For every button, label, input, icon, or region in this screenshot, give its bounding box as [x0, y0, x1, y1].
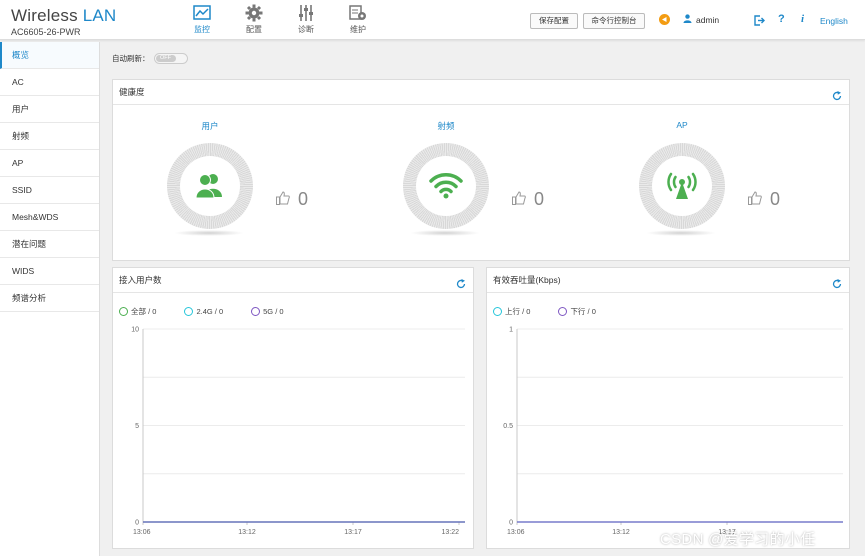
maintenance-icon [332, 4, 384, 22]
monitor-icon [176, 4, 228, 22]
sidebar-item-users[interactable]: 用户 [0, 96, 99, 123]
user-menu[interactable]: admin [683, 14, 719, 25]
sidebar-item-mesh-wds[interactable]: Mesh&WDS [0, 204, 99, 231]
username: admin [696, 14, 720, 25]
nav-config-label: 配置 [246, 25, 262, 34]
auto-refresh: 自动刷新： OFF [112, 53, 188, 64]
x-tick-label: 13:17 [344, 529, 362, 536]
x-tick-label: 13:06 [507, 529, 525, 536]
access-point-icon [664, 170, 700, 202]
y-tick-label: 1 [509, 327, 513, 334]
throughput-panel: 有效吞吐量(Kbps) 上行 / 0 下行 / 0 1 0.5 0 13:06 13:1… [486, 267, 850, 549]
main-nav: 监控 配置 诊断 维护 [176, 4, 384, 35]
gear-icon [228, 4, 280, 22]
sidebar-item-overview[interactable]: 概览 [0, 42, 99, 69]
sliders-icon [280, 4, 332, 22]
health-radio: 射频 0 [402, 120, 552, 236]
auto-refresh-state: OFF [155, 55, 176, 62]
health-users-ring [167, 143, 253, 229]
help-icon[interactable]: ? [778, 13, 785, 25]
throughput-chart: 10.5013:06 13:12 13:17 [503, 327, 843, 536]
save-config-button[interactable]: 保存配置 [530, 13, 578, 29]
logout-icon[interactable] [754, 15, 765, 28]
thumbs-up-icon [512, 189, 526, 210]
sidebar-item-radio[interactable]: 射频 [0, 123, 99, 150]
health-ap-score: 0 [748, 189, 780, 210]
health-radio-label: 射频 [437, 121, 455, 131]
health-radio-score: 0 [512, 189, 544, 210]
y-tick-label: 0 [135, 520, 139, 527]
y-tick-label: 0 [509, 520, 513, 527]
nav-maintain-label: 维护 [350, 25, 366, 34]
info-icon[interactable]: i [801, 13, 804, 25]
health-ap-score-value: 0 [770, 189, 781, 209]
health-radio-ring [403, 143, 489, 229]
sidebar-item-ap[interactable]: AP [0, 150, 99, 177]
nav-config[interactable]: 配置 [228, 4, 280, 35]
users-panel: 接入用户数 全部 / 0 2.4G / 0 5G / 0 10 5 0 13:06 13… [112, 267, 474, 549]
refresh-icon[interactable] [832, 86, 842, 110]
users-icon [195, 172, 225, 200]
brand-title: Wireless LAN [11, 6, 116, 26]
y-tick-label: 0.5 [503, 423, 513, 430]
auto-refresh-label: 自动刷新： [112, 54, 150, 63]
health-ap-ring [639, 143, 725, 229]
wifi-icon [429, 171, 463, 201]
brand-title-main: Wireless [11, 6, 78, 25]
x-tick-label: 13:12 [612, 529, 630, 536]
health-radio-score-value: 0 [534, 189, 545, 209]
sidebar: 概览 AC 用户 射频 AP SSID Mesh&WDS 潜在问题 WIDS 频… [0, 42, 100, 556]
health-ap: AP 0 [638, 120, 788, 236]
health-users-label: 用户 [201, 121, 219, 131]
thumbs-up-icon [748, 189, 762, 210]
nav-maintain[interactable]: 维护 [332, 4, 384, 35]
alarm-icon[interactable] [659, 14, 670, 27]
nav-monitor[interactable]: 监控 [176, 4, 228, 35]
health-users: 用户 0 [166, 120, 316, 236]
health-panel-title: 健康度 [119, 87, 145, 97]
nav-diagnose-label: 诊断 [298, 25, 314, 34]
brand: Wireless LAN AC6605-26-PWR [11, 6, 116, 37]
x-tick-label: 13:06 [133, 529, 151, 536]
sidebar-item-potential-issues[interactable]: 潜在问题 [0, 231, 99, 258]
language-switch[interactable]: English [820, 16, 848, 26]
ring-shadow [410, 230, 480, 236]
ring-shadow [646, 230, 716, 236]
health-panel: 健康度 用户 0 射频 0 AP 0 [112, 79, 850, 261]
device-model: AC6605-26-PWR [11, 27, 81, 37]
health-ap-label: AP [676, 120, 688, 130]
user-icon [683, 14, 692, 25]
health-panel-header: 健康度 [113, 80, 849, 105]
nav-monitor-label: 监控 [194, 25, 210, 34]
x-tick-label: 13:22 [441, 529, 459, 536]
sidebar-item-spectrum-analysis[interactable]: 频谱分析 [0, 285, 99, 312]
health-users-score-value: 0 [298, 189, 309, 209]
watermark: CSDN @爱学习的小任 [660, 531, 816, 548]
y-tick-label: 10 [131, 327, 139, 334]
users-chart: 10 5 0 13:06 13:12 13:17 13:22 [131, 327, 465, 536]
auto-refresh-toggle[interactable]: OFF [153, 53, 188, 64]
sidebar-item-ssid[interactable]: SSID [0, 177, 99, 204]
sidebar-item-ac[interactable]: AC [0, 69, 99, 96]
top-header: Wireless LAN AC6605-26-PWR 监控 配置 诊断 维护 保… [0, 0, 865, 40]
x-tick-label: 13:12 [238, 529, 256, 536]
brand-title-accent: LAN [82, 6, 117, 25]
cli-console-button[interactable]: 命令行控制台 [583, 13, 645, 29]
sidebar-item-wids[interactable]: WIDS [0, 258, 99, 285]
y-tick-label: 5 [135, 423, 139, 430]
ring-shadow [174, 230, 244, 236]
health-users-score: 0 [276, 189, 308, 210]
nav-diagnose[interactable]: 诊断 [280, 4, 332, 35]
thumbs-up-icon [276, 189, 290, 210]
